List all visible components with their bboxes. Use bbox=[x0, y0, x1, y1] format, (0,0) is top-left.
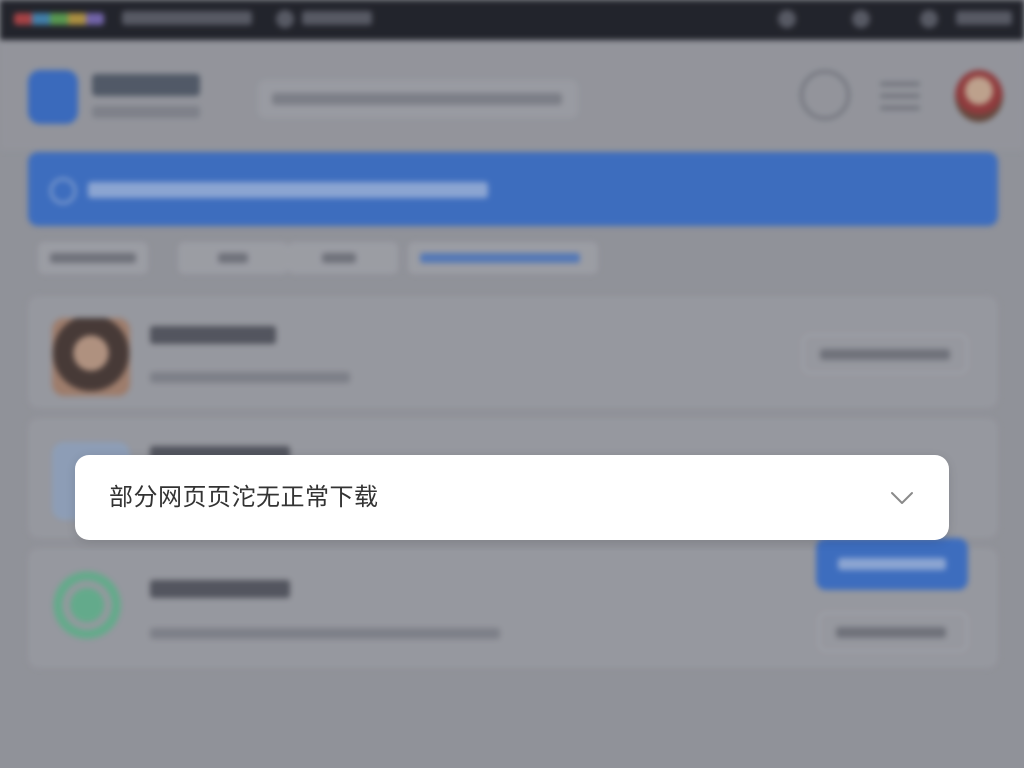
modal-overlay[interactable] bbox=[0, 0, 1024, 768]
notice-text: 部分网页页沱无正常下载 bbox=[109, 483, 379, 511]
download-issue-dropdown[interactable]: 部分网页页沱无正常下载 bbox=[75, 455, 949, 540]
chevron-down-icon[interactable] bbox=[889, 485, 915, 511]
screen: 部分网页页沱无正常下载 bbox=[0, 0, 1024, 768]
